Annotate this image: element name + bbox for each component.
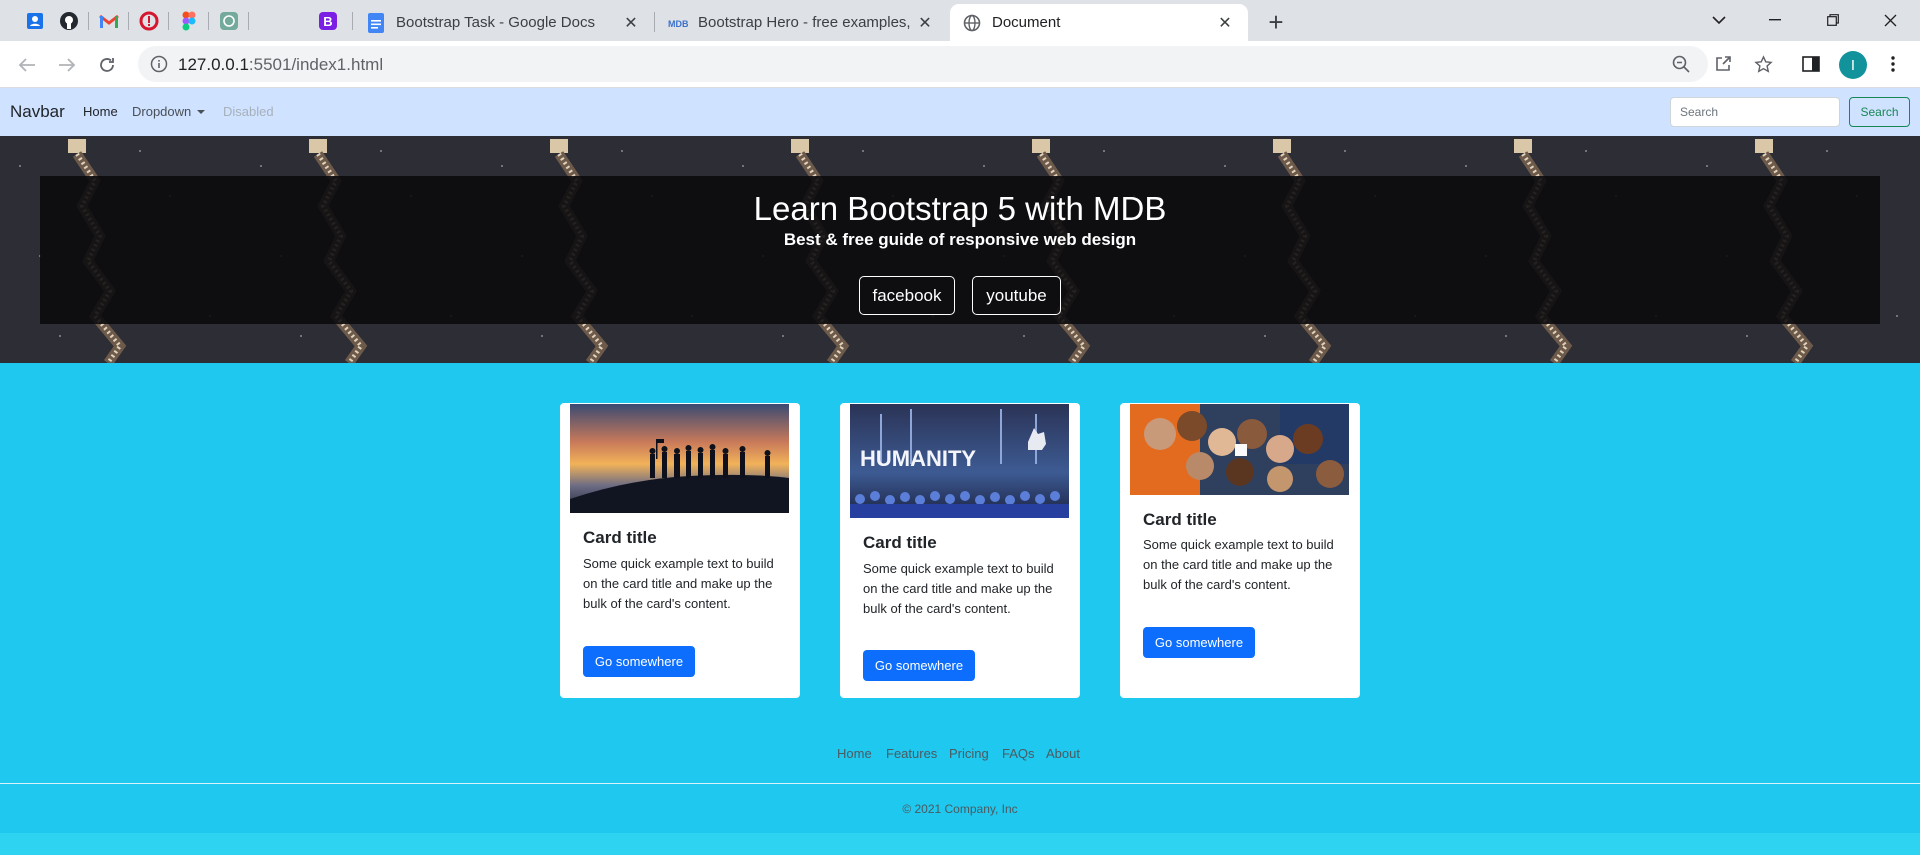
browser-toolbar: 127.0.0.1:5501/index1.html I <box>0 41 1920 88</box>
close-icon[interactable]: ✕ <box>1214 12 1236 34</box>
gmail-icon[interactable] <box>94 7 124 35</box>
nav-link-dropdown-label: Dropdown <box>132 104 192 119</box>
tab-divider <box>168 12 169 30</box>
share-icon[interactable] <box>1710 51 1736 77</box>
forward-icon[interactable] <box>52 50 82 80</box>
opera-icon[interactable] <box>134 7 164 35</box>
card-3: Card title Some quick example text to bu… <box>1120 403 1360 698</box>
globe-icon <box>962 13 982 33</box>
site-info-icon[interactable] <box>150 55 168 73</box>
tab-divider <box>88 12 89 30</box>
site-navbar: Navbar Home Dropdown Disabled Search <box>0 88 1920 136</box>
tab-title: Bootstrap Task - Google Docs <box>396 14 595 31</box>
figma-icon[interactable] <box>174 7 204 35</box>
nav-link-disabled: Disabled <box>223 104 274 119</box>
hero-section: Learn Bootstrap 5 with MDB Best & free g… <box>0 136 1920 363</box>
tab-document[interactable]: Document ✕ <box>950 4 1248 41</box>
tab-divider <box>654 12 655 32</box>
footer-copyright: © 2021 Company, Inc <box>902 802 1018 816</box>
footer-link-features[interactable]: Features <box>886 746 937 761</box>
profile-avatar[interactable]: I <box>1839 51 1867 79</box>
go-somewhere-button[interactable]: Go somewhere <box>583 646 695 677</box>
zoom-icon[interactable] <box>1668 51 1694 77</box>
card-title: Card title <box>583 528 657 547</box>
close-window-icon[interactable] <box>1867 0 1913 40</box>
tab-title: Document <box>992 14 1061 31</box>
svg-text:B: B <box>323 14 332 29</box>
navbar-search-input[interactable] <box>1670 97 1840 127</box>
bootstrap-icon[interactable]: B <box>313 7 343 35</box>
github-icon[interactable] <box>54 7 84 35</box>
go-somewhere-button[interactable]: Go somewhere <box>863 650 975 681</box>
hero-subtitle: Best & free guide of responsive web desi… <box>783 230 1137 249</box>
side-panel-icon[interactable] <box>1798 51 1824 77</box>
menu-kebab-icon[interactable] <box>1880 51 1906 77</box>
card-title: Card title <box>1143 510 1217 529</box>
tab-divider <box>128 12 129 30</box>
tab-divider <box>208 12 209 30</box>
footer-link-home[interactable]: Home <box>837 746 872 761</box>
nav-link-home[interactable]: Home <box>83 104 118 119</box>
reload-icon[interactable] <box>92 50 122 80</box>
footer-link-pricing[interactable]: Pricing <box>949 746 989 761</box>
minimize-icon[interactable] <box>1752 0 1798 40</box>
footer-divider <box>0 783 1920 784</box>
url-text[interactable]: 127.0.0.1:5501/index1.html <box>178 55 383 75</box>
card-1: Card title Some quick example text to bu… <box>560 403 800 698</box>
browser-tab-strip: B Bootstrap Task - Google Docs ✕ MDB Boo… <box>0 0 1920 41</box>
tab-bootstrap-hero[interactable]: MDB Bootstrap Hero - free examples, t ✕ <box>656 4 948 41</box>
card-text: Some quick example text to build on the … <box>863 561 1054 616</box>
footer-link-faqs[interactable]: FAQs <box>1002 746 1035 761</box>
restore-icon[interactable] <box>1810 0 1856 40</box>
navbar-brand[interactable]: Navbar <box>10 102 65 122</box>
footer-bottom-band <box>0 833 1920 855</box>
bookmark-star-icon[interactable] <box>1750 51 1776 77</box>
navbar-search-button[interactable]: Search <box>1849 97 1910 127</box>
humanity-image-caption: HUMANITY <box>860 446 976 471</box>
hero-title: Learn Bootstrap 5 with MDB <box>753 190 1167 227</box>
new-tab-button[interactable]: + <box>1262 7 1290 37</box>
youtube-button[interactable]: youtube <box>972 276 1061 315</box>
go-somewhere-button[interactable]: Go somewhere <box>1143 627 1255 658</box>
card-title: Card title <box>863 533 937 552</box>
tab-divider <box>352 12 353 30</box>
card-text: Some quick example text to build on the … <box>583 556 774 611</box>
footer-link-about[interactable]: About <box>1046 746 1080 761</box>
address-bar[interactable]: 127.0.0.1:5501/index1.html <box>138 46 1708 82</box>
url-path: :5501/index1.html <box>248 55 384 74</box>
close-icon[interactable]: ✕ <box>914 12 936 34</box>
mdb-icon: MDB <box>668 13 688 33</box>
chatgpt-icon[interactable] <box>214 7 244 35</box>
card-text: Some quick example text to build on the … <box>1143 537 1334 592</box>
close-icon[interactable]: ✕ <box>620 12 642 34</box>
tab-search-chevron-icon[interactable] <box>1696 0 1742 40</box>
nav-link-dropdown[interactable]: Dropdown <box>132 104 206 119</box>
facebook-button[interactable]: facebook <box>859 276 955 315</box>
google-docs-icon <box>366 12 386 33</box>
caret-down-icon <box>197 110 206 114</box>
group-selfie-image <box>1130 404 1349 495</box>
svg-text:MDB: MDB <box>668 19 688 29</box>
humanity-stage-image: HUMANITY <box>850 404 1069 518</box>
back-icon[interactable] <box>12 50 42 80</box>
tab-title: Bootstrap Hero - free examples, t <box>698 14 914 31</box>
url-host: 127.0.0.1 <box>178 55 249 74</box>
sunset-silhouettes-image <box>570 404 789 513</box>
card-2: HUMANITY Card title Some quick example t… <box>840 403 1080 698</box>
tab-google-docs[interactable]: Bootstrap Task - Google Docs ✕ <box>354 4 654 41</box>
contacts-icon[interactable] <box>20 7 50 35</box>
tab-divider <box>248 12 249 30</box>
